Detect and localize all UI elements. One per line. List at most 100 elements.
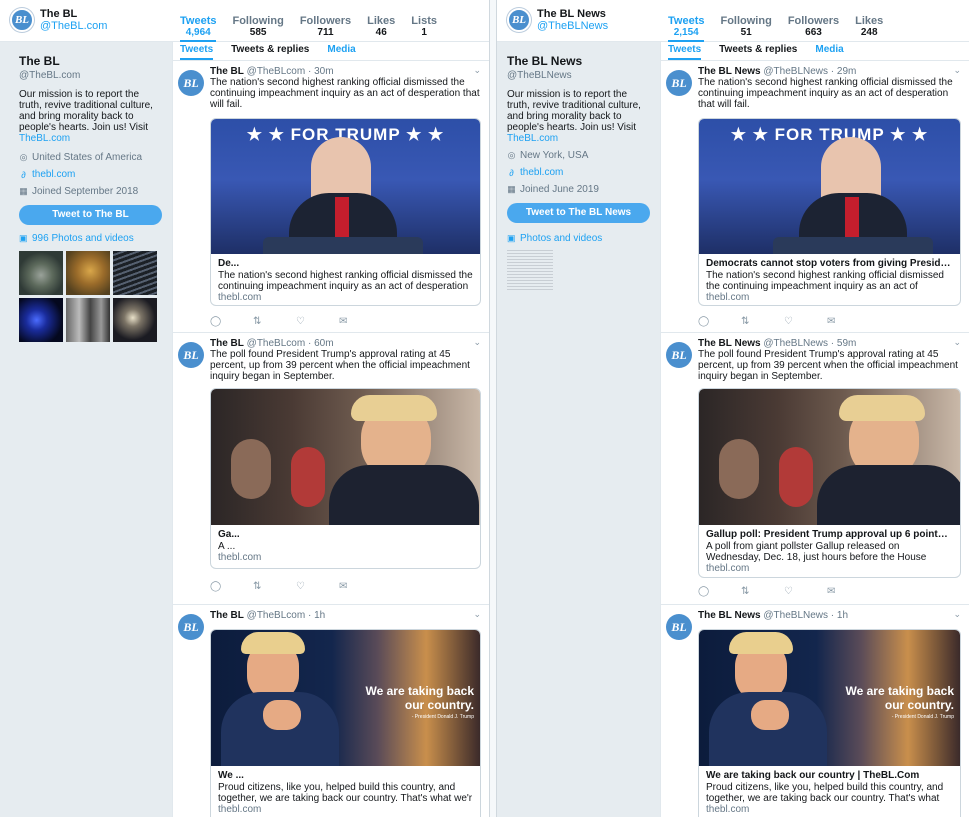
tweet[interactable]: BL The BL News @TheBLNews · 1h ⌄ We are … xyxy=(661,605,969,817)
chevron-down-icon[interactable]: ⌄ xyxy=(473,65,481,76)
stat-likes[interactable]: Likes 248 xyxy=(855,15,883,42)
avatar[interactable]: BL xyxy=(507,8,531,32)
card-domain: thebl.com xyxy=(706,804,750,815)
photo-thumbnail[interactable] xyxy=(113,251,157,295)
photos-videos-link[interactable]: ▣ 996 Photos and videos xyxy=(19,233,162,244)
reply-icon[interactable]: ◯ xyxy=(698,586,741,597)
tweet-to-button[interactable]: Tweet to The BL News xyxy=(507,203,650,223)
card-domain: thebl.com xyxy=(218,804,262,815)
tweet-author[interactable]: The BL xyxy=(210,66,244,77)
image-banner-text: ★ ★ FOR TRUMP ★ ★ xyxy=(730,125,929,144)
avatar[interactable]: BL xyxy=(178,614,204,640)
retweet-icon[interactable]: ⇅ xyxy=(253,581,296,592)
link-card[interactable]: We are taking back our country. - Presid… xyxy=(698,629,961,817)
chevron-down-icon[interactable]: ⌄ xyxy=(953,337,961,348)
chevron-down-icon[interactable]: ⌄ xyxy=(953,609,961,620)
tweet-author[interactable]: The BL xyxy=(210,610,244,621)
message-icon[interactable]: ✉ xyxy=(827,316,870,327)
retweet-icon[interactable]: ⇅ xyxy=(253,316,296,327)
retweet-icon[interactable]: ⇅ xyxy=(741,316,784,327)
link-card[interactable]: ★ ★ FOR TRUMP ★ ★ De... The nation's sec… xyxy=(210,118,481,306)
link-card[interactable]: ★ ★ FOR TRUMP ★ ★ Democrats cannot stop … xyxy=(698,118,961,306)
tweet-header: The BL News @TheBLNews · 29m xyxy=(698,66,856,77)
photo-thumbnail[interactable] xyxy=(66,251,110,295)
tab-tweets-replies[interactable]: Tweets & replies xyxy=(231,42,309,60)
link-card[interactable]: Ga... A ... thebl.com xyxy=(210,388,481,569)
stat-tweets[interactable]: Tweets 2,154 xyxy=(668,15,705,42)
tweet-header: The BL News @TheBLNews · 59m xyxy=(698,338,856,349)
retweet-icon[interactable]: ⇅ xyxy=(741,586,784,597)
stat-lists[interactable]: Lists 1 xyxy=(411,15,437,42)
card-description: A poll from giant pollster Gallup releas… xyxy=(706,541,927,563)
photo-placeholder xyxy=(507,250,553,290)
stat-followers[interactable]: Followers 711 xyxy=(300,15,351,42)
card-title: Democrats cannot stop voters from giving… xyxy=(706,258,953,269)
tweet-to-button[interactable]: Tweet to The BL xyxy=(19,205,162,225)
avatar[interactable]: BL xyxy=(10,8,34,32)
tab-media[interactable]: Media xyxy=(815,42,843,60)
stat-tweets[interactable]: Tweets 4,964 xyxy=(180,15,217,42)
tweet-header: The BL @TheBLcom · 30m xyxy=(210,66,334,77)
bio-link[interactable]: TheBL.com xyxy=(507,133,558,144)
message-icon[interactable]: ✉ xyxy=(339,316,382,327)
tweet[interactable]: BL The BL @TheBLcom · 30m ⌄ The nation's… xyxy=(173,61,489,333)
tab-media[interactable]: Media xyxy=(327,42,355,60)
header-brand[interactable]: BL The BL @TheBL.com xyxy=(10,8,107,32)
tweet-author[interactable]: The BL News xyxy=(698,66,761,77)
like-icon[interactable]: ♡ xyxy=(784,586,827,597)
tweet[interactable]: BL The BL News @TheBLNews · 59m ⌄ The po… xyxy=(661,333,969,605)
photo-thumbnail[interactable] xyxy=(113,298,157,342)
link-card[interactable]: We are taking back our country. - Presid… xyxy=(210,629,481,817)
tweet-author[interactable]: The BL News xyxy=(698,338,761,349)
tweet-author[interactable]: The BL News xyxy=(698,610,761,621)
photo-thumbnail[interactable] xyxy=(19,251,63,295)
header-brand[interactable]: BL The BL News @TheBLNews xyxy=(507,8,608,32)
stat-likes[interactable]: Likes 46 xyxy=(367,15,395,42)
header-handle[interactable]: @TheBL.com xyxy=(40,20,107,32)
tweet[interactable]: BL The BL @TheBLcom · 60m ⌄ The poll fou… xyxy=(173,333,489,605)
message-icon[interactable]: ✉ xyxy=(339,581,382,592)
tab-tweets[interactable]: Tweets xyxy=(180,42,214,60)
profile-website[interactable]: ∂ thebl.com xyxy=(19,169,162,180)
link-card[interactable]: Gallup poll: President Trump approval up… xyxy=(698,388,961,578)
stat-following[interactable]: Following 585 xyxy=(232,15,283,42)
tweet[interactable]: BL The BL @TheBLcom · 1h ⌄ We are taking… xyxy=(173,605,489,817)
tweet-author[interactable]: The BL xyxy=(210,338,244,349)
profile-joined: ▦ Joined June 2019 xyxy=(507,184,599,195)
photo-thumbnail[interactable] xyxy=(19,298,63,342)
card-domain: thebl.com xyxy=(218,292,262,303)
reply-icon[interactable]: ◯ xyxy=(210,316,253,327)
card-image xyxy=(699,389,960,525)
profile-header: BL The BL News @TheBLNews Tweets 2,154 Fo… xyxy=(497,0,969,42)
header-handle[interactable]: @TheBLNews xyxy=(537,20,608,32)
message-icon[interactable]: ✉ xyxy=(827,586,870,597)
tab-tweets[interactable]: Tweets xyxy=(668,42,702,60)
like-icon[interactable]: ♡ xyxy=(296,316,339,327)
reply-icon[interactable]: ◯ xyxy=(210,581,253,592)
avatar[interactable]: BL xyxy=(178,342,204,368)
avatar[interactable]: BL xyxy=(666,614,692,640)
tweet-meta: @TheBLNews · 59m xyxy=(763,338,857,349)
stat-followers[interactable]: Followers 663 xyxy=(788,15,839,42)
profile-location: ◎ United States of America xyxy=(19,152,143,163)
feed-tabs: Tweets Tweets & replies Media xyxy=(661,42,969,61)
tab-tweets-replies[interactable]: Tweets & replies xyxy=(719,42,797,60)
bio-link[interactable]: TheBL.com xyxy=(19,133,70,144)
avatar[interactable]: BL xyxy=(178,70,204,96)
reply-icon[interactable]: ◯ xyxy=(698,316,741,327)
chevron-down-icon[interactable]: ⌄ xyxy=(473,609,481,620)
avatar[interactable]: BL xyxy=(666,70,692,96)
page: BL The BL @TheBL.com Tweets 4,964 Followi… xyxy=(0,0,969,817)
card-title: We ... xyxy=(218,770,244,781)
chevron-down-icon[interactable]: ⌄ xyxy=(473,337,481,348)
stat-following[interactable]: Following 51 xyxy=(720,15,771,42)
panel-divider xyxy=(489,0,497,817)
like-icon[interactable]: ♡ xyxy=(784,316,827,327)
photos-videos-link[interactable]: ▣ Photos and videos xyxy=(507,233,650,244)
tweet[interactable]: BL The BL News @TheBLNews · 29m ⌄ The na… xyxy=(661,61,969,333)
avatar[interactable]: BL xyxy=(666,342,692,368)
chevron-down-icon[interactable]: ⌄ xyxy=(953,65,961,76)
photo-thumbnail[interactable] xyxy=(66,298,110,342)
like-icon[interactable]: ♡ xyxy=(296,581,339,592)
profile-website[interactable]: ∂ thebl.com xyxy=(507,167,650,178)
